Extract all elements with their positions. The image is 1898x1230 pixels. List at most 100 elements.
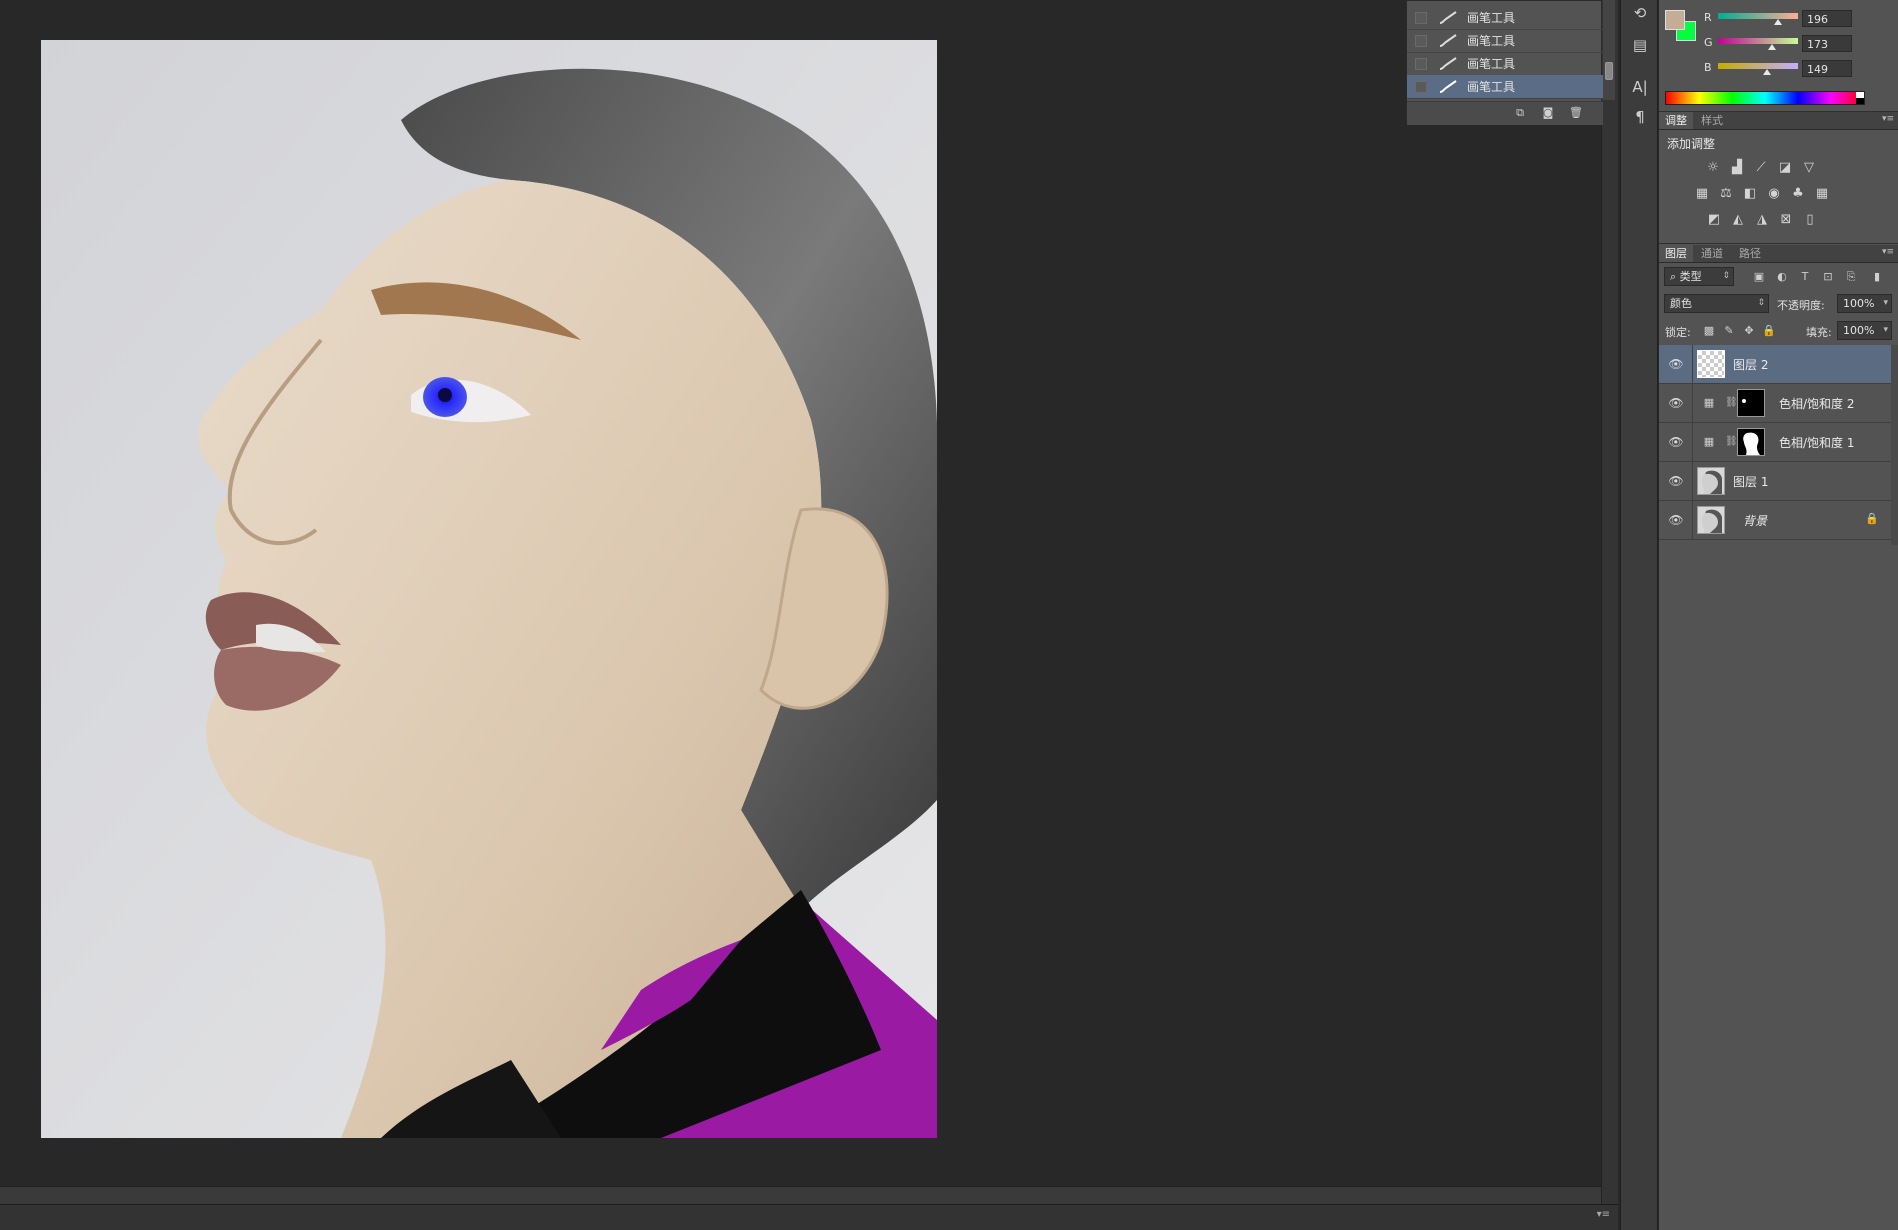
canvas-horizontal-scrollbar[interactable] [0, 1186, 1601, 1204]
channel-mixer-icon[interactable]: ♣ [1789, 185, 1807, 203]
history-source-checkbox[interactable] [1415, 80, 1427, 93]
tab-layers[interactable]: 图层 [1659, 245, 1693, 262]
color-balance-icon[interactable]: ⚖ [1717, 185, 1735, 203]
eye-icon[interactable]: 👁 [1668, 512, 1684, 528]
pixel-layer-filter-icon[interactable]: ▣ [1751, 269, 1767, 285]
character-panel-icon[interactable]: A| [1627, 74, 1653, 100]
shape-layer-filter-icon[interactable]: ⊡ [1820, 269, 1836, 285]
history-scrollbar[interactable] [1603, 0, 1615, 100]
portrait-thumbnail [1701, 470, 1722, 494]
eye-icon[interactable]: 👁 [1668, 356, 1684, 372]
panel-menu-icon[interactable]: ▾≡ [1882, 114, 1894, 124]
levels-icon[interactable]: ▟ [1728, 159, 1746, 177]
color-spectrum-ramp[interactable] [1665, 91, 1865, 105]
layer-row-hue-saturation-1[interactable]: 👁 ▦ ⛓ 色相/饱和度 1 [1659, 423, 1891, 462]
lock-all-icon[interactable]: 🔒 [1762, 324, 1776, 338]
tab-channels[interactable]: 通道 [1695, 245, 1729, 262]
history-source-checkbox[interactable] [1415, 34, 1427, 47]
link-icon[interactable]: ⛓ [1725, 434, 1738, 450]
delete-state-icon[interactable]: 🗑 [1569, 107, 1583, 119]
properties-panel-icon[interactable]: ▤ [1627, 32, 1653, 58]
layer-name[interactable]: 色相/饱和度 2 [1779, 395, 1855, 412]
canvas-vertical-scrollbar[interactable] [1601, 0, 1618, 1204]
history-source-checkbox[interactable] [1415, 57, 1427, 70]
smart-object-filter-icon[interactable]: ⎘ [1843, 269, 1859, 285]
search-icon: ⌕ [1670, 270, 1680, 283]
history-state[interactable]: 画笔工具 [1407, 52, 1603, 76]
history-state-active[interactable]: 画笔工具 [1407, 75, 1603, 99]
selective-color-icon[interactable]: ⊠ [1777, 211, 1795, 229]
red-slider[interactable] [1718, 13, 1798, 19]
opacity-field[interactable]: 100% ▾ [1837, 294, 1892, 313]
layer-thumbnail [1697, 350, 1725, 378]
posterize-icon[interactable]: ◭ [1729, 211, 1747, 229]
fill-field[interactable]: 100% ▾ [1837, 321, 1892, 340]
photo-filter-icon[interactable]: ◉ [1765, 185, 1783, 203]
layer-mask-thumbnail[interactable] [1737, 389, 1765, 417]
opacity-value: 100% [1843, 297, 1875, 310]
layer-row-hue-saturation-2[interactable]: 👁 ▦ ⛓ 色相/饱和度 2 [1659, 384, 1891, 423]
threshold-icon[interactable]: ◮ [1753, 211, 1771, 229]
blend-mode-select[interactable]: 颜色 ⇕ [1664, 294, 1769, 313]
history-state[interactable]: 画笔工具 [1407, 29, 1603, 53]
history-scroll-thumb[interactable] [1605, 62, 1613, 80]
create-snapshot-icon[interactable]: ◙ [1541, 107, 1555, 119]
gradient-map-icon[interactable]: ▯ [1801, 211, 1819, 229]
green-slider[interactable] [1718, 38, 1798, 44]
color-lookup-icon[interactable]: ▦ [1813, 185, 1831, 203]
paragraph-panel-icon[interactable]: ¶ [1627, 104, 1653, 130]
type-layer-filter-icon[interactable]: T [1797, 269, 1813, 285]
foreground-color-swatch[interactable] [1665, 10, 1685, 30]
eye-icon[interactable]: 👁 [1668, 434, 1684, 450]
tab-paths[interactable]: 路径 [1733, 245, 1767, 262]
layer-name[interactable]: 色相/饱和度 1 [1779, 434, 1855, 451]
layer-row-background[interactable]: 👁 背景 🔒 [1659, 501, 1891, 540]
black-white-swatch[interactable] [1856, 92, 1864, 104]
history-state[interactable]: 画笔工具 [1407, 6, 1603, 30]
history-panel-icon[interactable]: ⟲ [1627, 0, 1653, 26]
history-source-checkbox[interactable] [1415, 11, 1427, 24]
hue-saturation-icon[interactable]: ▦ [1693, 185, 1711, 203]
black-white-icon[interactable]: ◧ [1741, 185, 1759, 203]
lock-transparent-pixels-icon[interactable]: ▩ [1702, 324, 1716, 338]
layer-row-layer-1[interactable]: 👁 图层 1 [1659, 462, 1891, 501]
tab-adjustments[interactable]: 调整 [1659, 112, 1693, 129]
right-panel-dock: R 196 G 173 B 149 调整 样式 ▾≡ 添加调整 ☼ ▟ ⟋ ◪ … [1659, 0, 1898, 1230]
blue-value-field[interactable]: 149 [1802, 60, 1852, 77]
status-menu-icon[interactable]: ▾≡ [1597, 1209, 1610, 1220]
chevron-down-icon[interactable]: ▾ [1883, 295, 1888, 312]
red-value-field[interactable]: 196 [1802, 10, 1852, 27]
blue-slider-thumb[interactable] [1763, 69, 1771, 75]
lock-image-pixels-icon[interactable]: ✎ [1722, 324, 1736, 338]
layer-name[interactable]: 图层 2 [1733, 356, 1768, 373]
red-slider-thumb[interactable] [1774, 19, 1782, 25]
new-document-from-state-icon[interactable]: ⧉ [1513, 107, 1527, 119]
invert-icon[interactable]: ◩ [1705, 211, 1723, 229]
eye-icon[interactable]: 👁 [1668, 473, 1684, 489]
vibrance-icon[interactable]: ▽ [1800, 159, 1818, 177]
filter-toggle-icon[interactable]: ▮ [1869, 269, 1885, 285]
panel-menu-icon[interactable]: ▾≡ [1882, 247, 1894, 257]
layer-name[interactable]: 图层 1 [1733, 473, 1768, 490]
exposure-icon[interactable]: ◪ [1776, 159, 1794, 177]
brightness-contrast-icon[interactable]: ☼ [1704, 159, 1722, 177]
eye-icon[interactable]: 👁 [1668, 395, 1684, 411]
layer-filter-kind-select[interactable]: ⌕ 类型 ⇕ [1664, 267, 1734, 286]
layer-name[interactable]: 背景 [1743, 512, 1767, 529]
add-adjustment-title: 添加调整 [1667, 137, 1716, 151]
document-image[interactable] [41, 40, 937, 1138]
layer-mask-thumbnail[interactable] [1737, 428, 1765, 456]
lock-position-icon[interactable]: ✥ [1742, 324, 1756, 338]
brush-icon [1439, 79, 1457, 93]
link-icon[interactable]: ⛓ [1725, 395, 1738, 411]
blue-slider[interactable] [1718, 63, 1798, 69]
layer-row-layer-2[interactable]: 👁 图层 2 [1659, 345, 1891, 384]
chevron-down-icon[interactable]: ▾ [1883, 322, 1888, 339]
green-channel-label: G [1704, 36, 1713, 49]
layers-scrollbar[interactable] [1891, 345, 1898, 545]
green-value-field[interactable]: 173 [1802, 35, 1852, 52]
tab-styles[interactable]: 样式 [1695, 112, 1729, 129]
curves-icon[interactable]: ⟋ [1752, 159, 1770, 177]
green-slider-thumb[interactable] [1768, 44, 1776, 50]
adjustment-layer-filter-icon[interactable]: ◐ [1774, 269, 1790, 285]
